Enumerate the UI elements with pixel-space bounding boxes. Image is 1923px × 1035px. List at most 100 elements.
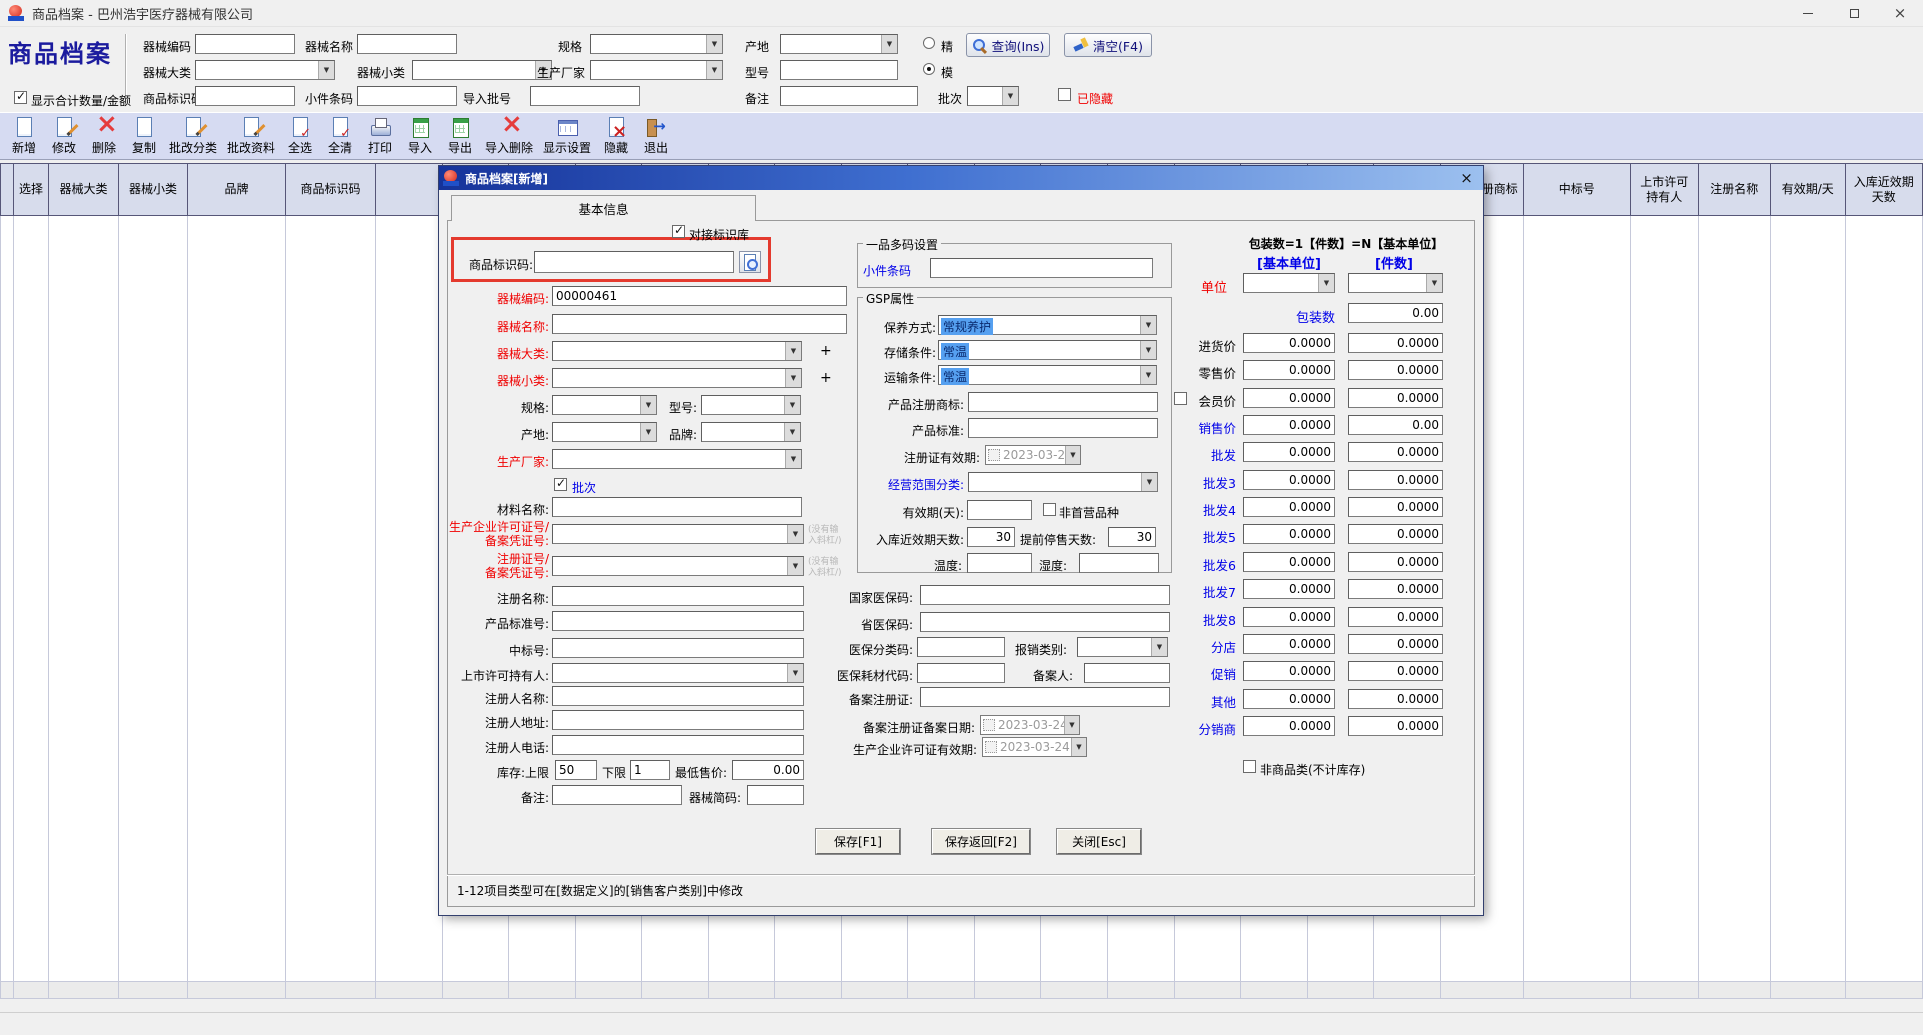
manufacturer-combo[interactable]: ▼ xyxy=(590,60,723,80)
min-price-input[interactable] xyxy=(732,760,804,780)
price-piece-input[interactable] xyxy=(1348,661,1443,681)
price-base-input[interactable] xyxy=(1243,442,1335,462)
price-piece-input[interactable] xyxy=(1348,607,1443,627)
table-header-cell[interactable]: 有效期/天 xyxy=(1771,164,1846,215)
stock-lower-input[interactable] xyxy=(630,760,670,780)
device-code-input[interactable] xyxy=(195,34,295,54)
table-header-cell[interactable]: 品牌 xyxy=(188,164,286,215)
toolbar-button[interactable]: 复制 xyxy=(124,115,164,157)
pack-count-input[interactable] xyxy=(1348,303,1443,323)
dlg-small-barcode-input[interactable] xyxy=(930,258,1153,278)
price-base-input[interactable] xyxy=(1243,634,1335,654)
price-base-input[interactable] xyxy=(1243,524,1335,544)
clear-button[interactable]: 清空(F4) xyxy=(1064,33,1152,57)
price-piece-input[interactable] xyxy=(1348,333,1443,353)
date-checkbox[interactable] xyxy=(985,741,997,753)
price-piece-input[interactable] xyxy=(1348,552,1443,572)
dialog-titlebar[interactable]: 商品档案[新增] × xyxy=(439,166,1483,190)
model-input[interactable] xyxy=(780,60,898,80)
toolbar-button[interactable]: 批改资料 xyxy=(222,115,280,157)
price-piece-input[interactable] xyxy=(1348,360,1443,380)
hidden-checkbox[interactable] xyxy=(1058,88,1071,101)
table-header-cell[interactable]: 注册名称 xyxy=(1699,164,1771,215)
price-base-input[interactable] xyxy=(1243,661,1335,681)
dlg-product-id-input[interactable] xyxy=(534,251,734,273)
toolbar-button[interactable]: 导入 xyxy=(400,115,440,157)
unit-piece-combo[interactable]: ▼ xyxy=(1348,273,1443,293)
price-base-input[interactable] xyxy=(1243,689,1335,709)
table-header-cell[interactable]: 器械大类 xyxy=(49,164,119,215)
price-base-input[interactable] xyxy=(1243,579,1335,599)
price-base-input[interactable] xyxy=(1243,388,1335,408)
link-idcode-checkbox[interactable] xyxy=(672,225,685,238)
price-base-input[interactable] xyxy=(1243,716,1335,736)
radio-fuzzy[interactable] xyxy=(923,63,935,75)
short-code-input[interactable] xyxy=(747,785,804,805)
dlg-device-name-input[interactable] xyxy=(552,314,847,334)
lookup-button[interactable] xyxy=(739,251,761,273)
dlg-registrant-tel-input[interactable] xyxy=(552,735,804,755)
radio-exact[interactable] xyxy=(923,37,935,49)
toolbar-button[interactable]: 退出 xyxy=(636,115,676,157)
show-total-checkbox[interactable] xyxy=(14,91,27,104)
unit-base-combo[interactable]: ▼ xyxy=(1243,273,1335,293)
product-id-input[interactable] xyxy=(195,86,295,106)
dialog-close-icon[interactable]: × xyxy=(1458,169,1475,186)
price-base-input[interactable] xyxy=(1243,607,1335,627)
price-base-input[interactable] xyxy=(1243,333,1335,353)
price-base-input[interactable] xyxy=(1243,470,1335,490)
toolbar-button[interactable]: 显示设置 xyxy=(538,115,596,157)
price-piece-input[interactable] xyxy=(1348,415,1443,435)
price-base-input[interactable] xyxy=(1243,415,1335,435)
device-major-combo[interactable]: ▼ xyxy=(195,60,335,80)
toolbar-button[interactable]: 导入删除 xyxy=(480,115,538,157)
toolbar-button[interactable]: 隐藏 xyxy=(596,115,636,157)
table-header-cell[interactable]: 中标号 xyxy=(1524,164,1631,215)
origin-combo[interactable]: ▼ xyxy=(780,34,898,54)
table-header-cell[interactable]: 商品标识码 xyxy=(286,164,376,215)
remark-input[interactable] xyxy=(780,86,918,106)
tab-basic-info[interactable]: 基本信息 xyxy=(451,195,756,221)
toolbar-button[interactable]: 新增 xyxy=(4,115,44,157)
price-base-input[interactable] xyxy=(1243,552,1335,572)
license-expiry-date[interactable]: 2023-03-24▼ xyxy=(982,737,1087,757)
stock-upper-input[interactable] xyxy=(555,760,597,780)
query-button[interactable]: 查询(Ins) xyxy=(966,33,1050,57)
toolbar-button[interactable]: 批改分类 xyxy=(164,115,222,157)
non-product-checkbox[interactable] xyxy=(1243,760,1256,773)
batch-combo[interactable]: ▼ xyxy=(967,86,1019,106)
small-barcode-input[interactable] xyxy=(357,86,457,106)
import-batch-input[interactable] xyxy=(530,86,640,106)
toolbar-button[interactable]: 打印 xyxy=(360,115,400,157)
dlg-remark-input[interactable] xyxy=(552,785,682,805)
table-header-cell[interactable]: 选择 xyxy=(14,164,49,215)
close-dialog-button[interactable]: 关闭[Esc] xyxy=(1057,829,1141,854)
save-button[interactable]: 保存[F1] xyxy=(816,829,900,854)
price-piece-input[interactable] xyxy=(1348,634,1443,654)
price-piece-input[interactable] xyxy=(1348,470,1443,490)
minimize-button[interactable] xyxy=(1785,0,1831,27)
maintain-combo[interactable]: 常规养护▼ xyxy=(938,315,1157,335)
toolbar-button[interactable]: 删除 xyxy=(84,115,124,157)
price-piece-input[interactable] xyxy=(1348,524,1443,544)
table-header-cell[interactable]: 入库近效期天数 xyxy=(1846,164,1923,215)
price-piece-input[interactable] xyxy=(1348,716,1443,736)
price-piece-input[interactable] xyxy=(1348,579,1443,599)
toolbar-button[interactable]: 全选 xyxy=(280,115,320,157)
price-base-input[interactable] xyxy=(1243,360,1335,380)
table-header-cell[interactable]: 器械小类 xyxy=(119,164,188,215)
price-piece-input[interactable] xyxy=(1348,442,1443,462)
close-button[interactable]: × xyxy=(1877,0,1923,27)
price-piece-input[interactable] xyxy=(1348,689,1443,709)
dlg-device-code-input[interactable] xyxy=(552,286,847,306)
toolbar-button[interactable]: 全清 xyxy=(320,115,360,157)
price-base-input[interactable] xyxy=(1243,497,1335,517)
device-minor-combo[interactable]: ▼ xyxy=(412,60,552,80)
toolbar-button[interactable]: 修改 xyxy=(44,115,84,157)
toolbar-button[interactable]: 导出 xyxy=(440,115,480,157)
maximize-button[interactable] xyxy=(1831,0,1877,27)
price-piece-input[interactable] xyxy=(1348,388,1443,408)
table-header-cell[interactable]: 上市许可持有人 xyxy=(1631,164,1699,215)
price-piece-input[interactable] xyxy=(1348,497,1443,517)
spec-combo[interactable]: ▼ xyxy=(590,34,723,54)
